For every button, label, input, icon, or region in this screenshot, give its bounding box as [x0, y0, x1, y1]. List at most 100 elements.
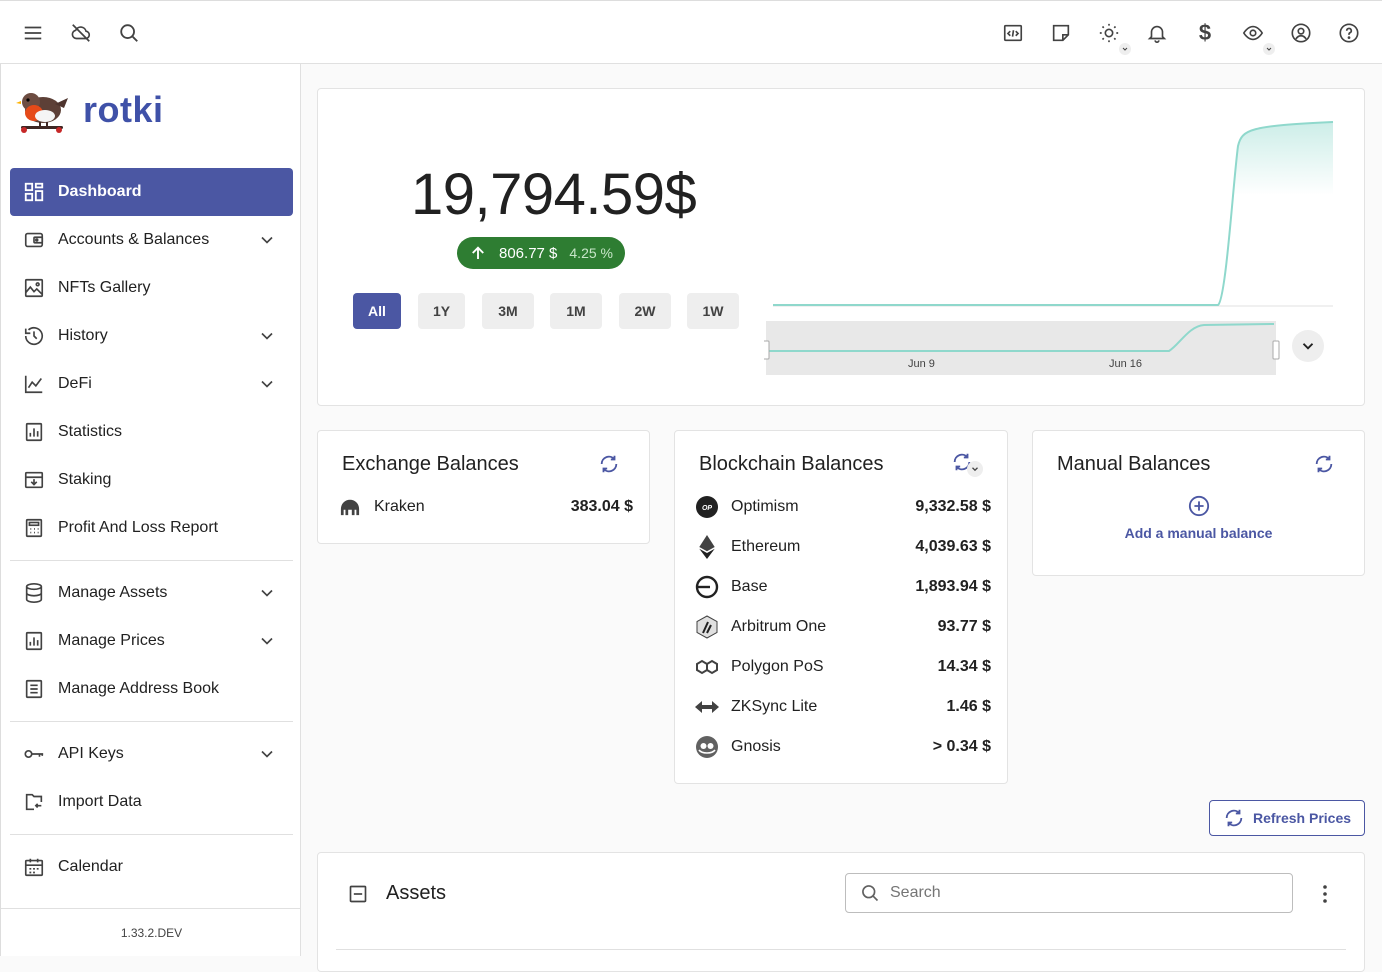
gnosis-icon [695, 735, 719, 759]
chevron-down-icon[interactable] [1263, 43, 1275, 55]
exchange-value: 383.04 $ [570, 498, 633, 515]
sidebar-item-manage-address-book[interactable]: Manage Address Book [10, 665, 293, 713]
refresh-icon [1225, 809, 1243, 827]
period-1m-button[interactable]: 1M [550, 293, 602, 329]
chevron-down-icon[interactable] [257, 583, 277, 603]
plus-circle-icon [1188, 495, 1209, 517]
assets-search[interactable] [845, 873, 1293, 913]
collapse-icon[interactable] [348, 884, 368, 904]
chain-row-zksync[interactable]: ZKSync Lite 1.46 $ [695, 695, 991, 719]
chain-row-polygon[interactable]: Polygon PoS 14.34 $ [695, 655, 991, 679]
more-vertical-icon[interactable] [1313, 882, 1337, 906]
theme-icon[interactable] [1093, 17, 1131, 55]
sidebar-item-nfts-gallery[interactable]: NFTs Gallery [10, 264, 293, 312]
chevron-down-icon [1302, 343, 1314, 350]
chain-row-arbitrum[interactable]: Arbitrum One 93.77 $ [695, 615, 991, 639]
chevron-down-icon[interactable] [257, 631, 277, 651]
prices-icon [22, 629, 46, 653]
range-handle-right[interactable] [1272, 340, 1280, 360]
help-icon[interactable] [1333, 17, 1365, 49]
sidebar-item-profit-loss-report[interactable]: Profit And Loss Report [10, 504, 293, 552]
optimism-icon: OP [695, 495, 719, 519]
chain-name: Base [731, 578, 768, 595]
refresh-menu-button[interactable] [951, 451, 983, 479]
sidebar-item-label: DeFi [58, 375, 92, 392]
timeline-label: Jun 9 [908, 358, 935, 370]
address-book-icon [22, 677, 46, 701]
delta-value: 806.77 $ [499, 244, 558, 262]
refresh-prices-button[interactable]: Refresh Prices [1209, 800, 1365, 836]
blockchain-balances-card: Blockchain Balances OP Optimism 9,332.58… [674, 430, 1008, 784]
refresh-icon[interactable] [598, 453, 620, 475]
sidebar-item-label: Staking [58, 471, 112, 488]
chain-row-gnosis[interactable]: Gnosis > 0.34 $ [695, 735, 991, 759]
code-icon[interactable] [997, 17, 1029, 49]
robin-logo-icon [16, 93, 68, 133]
range-handle-left[interactable] [764, 340, 770, 360]
sidebar-item-manage-assets[interactable]: Manage Assets [10, 569, 293, 617]
notes-icon[interactable] [1045, 17, 1077, 49]
timeline-range-selector[interactable]: Jun 9 Jun 16 [764, 321, 1280, 377]
history-icon [22, 324, 46, 348]
app-logo[interactable]: rotki [15, 84, 164, 136]
delta-percent: 4.25 % [569, 245, 613, 261]
sidebar-item-manage-prices[interactable]: Manage Prices [10, 617, 293, 665]
exchange-row-kraken[interactable]: Kraken 383.04 $ [338, 495, 633, 519]
arbitrum-icon [695, 615, 719, 639]
search-icon[interactable] [113, 17, 145, 49]
privacy-icon[interactable] [1237, 17, 1275, 55]
period-all-button[interactable]: All [353, 293, 401, 329]
wallet-icon [22, 228, 46, 252]
chevron-down-icon[interactable] [257, 230, 277, 250]
sidebar-item-calendar[interactable]: Calendar [10, 843, 293, 891]
chevron-down-icon[interactable] [1119, 43, 1131, 55]
refresh-icon[interactable] [1313, 453, 1335, 475]
sidebar-item-defi[interactable]: DeFi [10, 360, 293, 408]
sidebar-item-dashboard[interactable]: Dashboard [10, 168, 293, 216]
chain-name: Arbitrum One [731, 618, 827, 635]
calendar-icon [22, 855, 46, 879]
menu-icon[interactable] [17, 17, 49, 49]
chain-row-ethereum[interactable]: Ethereum 4,039.63 $ [695, 535, 991, 559]
ethereum-icon [695, 535, 719, 559]
overview-card: 19,794.59$ 806.77 $ 4.25 % All 1Y 3M 1M … [317, 88, 1365, 406]
cloud-off-icon[interactable] [65, 17, 97, 49]
bell-icon[interactable] [1141, 17, 1173, 49]
expand-chart-button[interactable] [1292, 330, 1324, 362]
account-icon[interactable] [1285, 17, 1317, 49]
chain-name: Gnosis [731, 738, 781, 755]
sidebar-item-staking[interactable]: Staking [10, 456, 293, 504]
period-1y-button[interactable]: 1Y [418, 293, 465, 329]
card-title: Blockchain Balances [699, 453, 884, 475]
currency-icon[interactable]: $ [1189, 17, 1221, 49]
sidebar-item-api-keys[interactable]: API Keys [10, 730, 293, 778]
chevron-down-icon[interactable] [257, 744, 277, 764]
sidebar-item-accounts-balances[interactable]: Accounts & Balances [10, 216, 293, 264]
period-3m-button[interactable]: 3M [482, 293, 534, 329]
sidebar-item-statistics[interactable]: Statistics [10, 408, 293, 456]
add-manual-balance-label: Add a manual balance [1124, 525, 1273, 541]
sidebar-item-label: Manage Prices [58, 632, 165, 649]
add-manual-balance-button[interactable]: Add a manual balance [1033, 495, 1364, 541]
chevron-down-icon [967, 461, 983, 477]
timeline-label: Jun 16 [1109, 358, 1142, 370]
chart-area [1223, 122, 1333, 305]
period-2w-button[interactable]: 2W [619, 293, 671, 329]
chevron-down-icon[interactable] [257, 374, 277, 394]
chevron-down-icon[interactable] [257, 326, 277, 346]
sidebar-item-history[interactable]: History [10, 312, 293, 360]
period-1w-button[interactable]: 1W [687, 293, 739, 329]
search-icon [862, 885, 879, 902]
sidebar-item-label: Calendar [58, 858, 123, 875]
sidebar-item-label: Import Data [58, 793, 142, 810]
net-value-chart[interactable] [768, 114, 1338, 309]
assets-title: Assets [386, 882, 447, 904]
chain-row-optimism[interactable]: OP Optimism 9,332.58 $ [695, 495, 991, 519]
base-icon [695, 575, 719, 599]
total-value-amount: 19,794.59 [411, 162, 665, 227]
chain-row-base[interactable]: Base 1,893.94 $ [695, 575, 991, 599]
app-version: 1.33.2.DEV [120, 926, 183, 940]
chain-name: ZKSync Lite [731, 698, 818, 715]
assets-search-input[interactable] [890, 884, 1270, 902]
sidebar-item-import-data[interactable]: Import Data [10, 778, 293, 826]
